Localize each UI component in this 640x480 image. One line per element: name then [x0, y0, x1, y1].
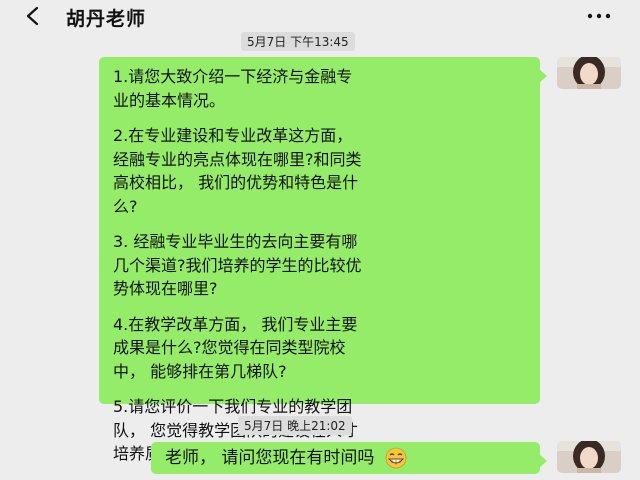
message-paragraph: 4.在教学改革方面， 我们专业主要 成果是什么?您觉得在同类型院校 中， 能够排…: [113, 314, 358, 381]
chat-header: 胡丹老师: [0, 0, 640, 32]
chat-title: 胡丹老师: [66, 8, 147, 30]
message-bubble[interactable]: 老师， 请问您现在有时间吗: [151, 442, 547, 474]
back-arrow-icon[interactable]: [22, 5, 46, 27]
grinning-face-icon: [385, 447, 407, 469]
avatar[interactable]: [557, 57, 621, 89]
more-options-icon[interactable]: [584, 3, 614, 27]
message-bubble-questions[interactable]: 1.请您大致介绍一下经济与金融专 业的基本情况。 2.在专业建设和专业改革这方面…: [99, 57, 547, 463]
message-paragraph: 2.在专业建设和专业改革这方面， 经融专业的亮点体现在哪里?和同类 高校相比， …: [113, 126, 362, 216]
message-paragraph: 3. 经融专业毕业生的去向主要有哪 几个渠道?我们培养的学生的比较优 势体现在哪…: [113, 232, 362, 298]
avatar[interactable]: [557, 441, 621, 473]
message-timestamp: 5月7日 下午13:45: [241, 32, 355, 51]
message-paragraph: 1.请您大致介绍一下经济与金融专 业的基本情况。: [113, 67, 353, 110]
message-text: 老师， 请问您现在有时间吗: [165, 448, 375, 468]
message-timestamp: 5月7日 晚上21:02: [238, 416, 352, 435]
